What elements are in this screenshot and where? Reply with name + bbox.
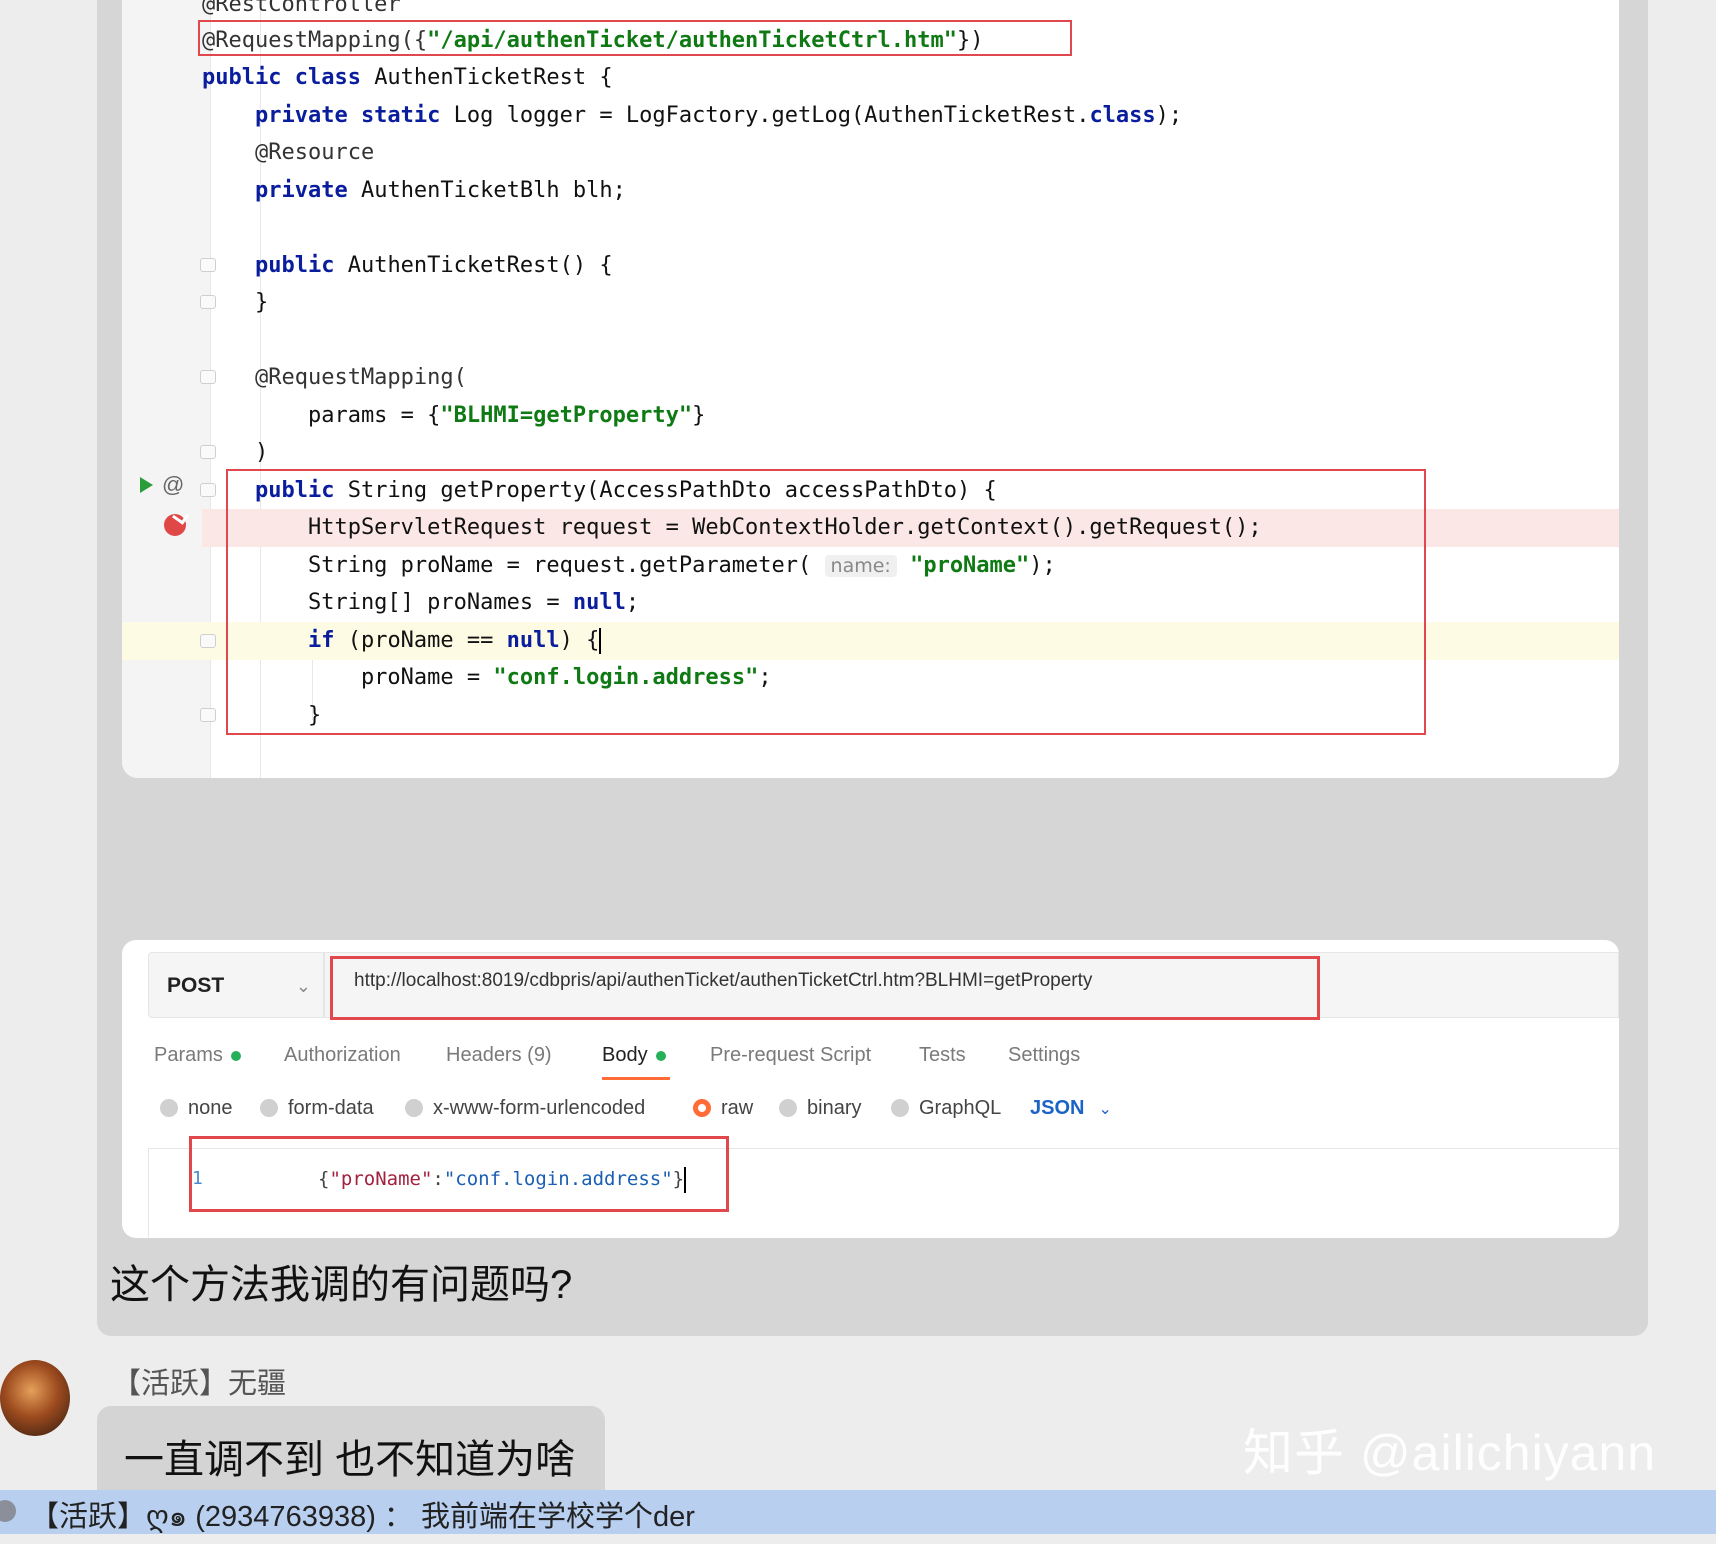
code-line[interactable]: params = {"BLHMI=getProperty"} xyxy=(122,397,1619,435)
tab-settings[interactable]: Settings xyxy=(1008,1035,1080,1075)
tab-tests[interactable]: Tests xyxy=(919,1035,966,1075)
tab-label: Settings xyxy=(1008,1044,1081,1066)
format-label: JSON xyxy=(1030,1097,1085,1119)
avatar[interactable] xyxy=(0,1360,70,1436)
body-type-none[interactable]: none xyxy=(160,1092,233,1124)
tab-label: Params xyxy=(154,1044,223,1066)
code-token: } xyxy=(692,403,706,428)
radio-label: none xyxy=(188,1097,233,1119)
code-token: Log logger = LogFactory.getLog(AuthenTic… xyxy=(453,103,1090,128)
tab-pre-request-script[interactable]: Pre-request Script xyxy=(710,1035,871,1075)
code-line[interactable]: public class AuthenTicketRest { xyxy=(122,59,1619,97)
radio-label: GraphQL xyxy=(919,1097,1002,1119)
annotation-box-url xyxy=(330,956,1320,1020)
code-line-text: public class AuthenTicketRest { xyxy=(202,59,613,97)
fold-marker[interactable] xyxy=(200,258,216,272)
tab-label: Tests xyxy=(919,1044,966,1066)
code-token: private static xyxy=(202,103,454,128)
fold-marker[interactable] xyxy=(200,634,216,648)
code-token: @RequestMapping( xyxy=(202,365,467,390)
tab-label: Body xyxy=(602,1044,648,1066)
active-dot-icon xyxy=(230,1050,241,1061)
annotation-box-class-mapping xyxy=(198,20,1072,56)
tab-label: Pre-request Script xyxy=(710,1044,872,1066)
method-label: POST xyxy=(167,974,225,997)
code-line[interactable]: public AuthenTicketRest() { xyxy=(122,247,1619,285)
code-token: AuthenTicketRest() { xyxy=(347,253,613,278)
radio-icon xyxy=(160,1099,178,1117)
tab-body[interactable]: Body xyxy=(602,1035,666,1075)
body-type-urlencoded[interactable]: x-www-form-urlencoded xyxy=(405,1092,645,1124)
fold-marker[interactable] xyxy=(200,445,216,459)
run-gutter-icon[interactable] xyxy=(140,477,153,493)
body-type-binary[interactable]: binary xyxy=(779,1092,861,1124)
notification-banner[interactable]: 【活跃】ღ๑ (2934763938) ： 我前端在学校学个der xyxy=(0,1490,1716,1534)
code-line[interactable] xyxy=(122,210,1619,248)
code-line-text: @RequestMapping( xyxy=(202,359,467,397)
active-tab-indicator xyxy=(602,1077,670,1080)
tab-params[interactable]: Params xyxy=(154,1035,241,1075)
code-token: public class xyxy=(202,65,375,90)
tab-authorization[interactable]: Authorization xyxy=(284,1035,401,1075)
code-line[interactable] xyxy=(122,322,1619,360)
radio-label: binary xyxy=(807,1097,862,1119)
radio-icon xyxy=(260,1099,278,1117)
radio-icon xyxy=(779,1099,797,1117)
code-line-text: private static Log logger = LogFactory.g… xyxy=(202,97,1182,135)
radio-label: x-www-form-urlencoded xyxy=(433,1097,646,1119)
radio-label: form-data xyxy=(288,1097,374,1119)
code-token: AuthenTicketBlh blh; xyxy=(360,178,626,203)
watermark: 知乎 @ailichiyann xyxy=(1243,1425,1657,1481)
message-text: 一直调不到 也不知道为啥 xyxy=(124,1438,576,1482)
active-dot-icon xyxy=(655,1050,666,1061)
radio-selected-icon xyxy=(693,1099,711,1117)
code-token: public xyxy=(202,253,348,278)
annotation-box-method xyxy=(226,469,1426,735)
mapping-gutter-icon[interactable]: @ xyxy=(162,470,184,500)
body-type-form-data[interactable]: form-data xyxy=(260,1092,374,1124)
code-line[interactable]: } xyxy=(122,284,1619,322)
radio-icon xyxy=(891,1099,909,1117)
code-editor: @RestController @RequestMapping({"/api/au… xyxy=(122,0,1619,778)
fold-marker[interactable] xyxy=(200,708,216,722)
code-token: "BLHMI=getProperty" xyxy=(440,403,693,428)
body-format-select[interactable]: JSON ⌄ xyxy=(1030,1092,1112,1126)
body-type-graphql[interactable]: GraphQL xyxy=(891,1092,1001,1124)
tab-label: Authorization xyxy=(284,1044,401,1066)
body-type-raw[interactable]: raw xyxy=(693,1092,753,1124)
tab-headers[interactable]: Headers (9) xyxy=(446,1035,552,1075)
fold-marker[interactable] xyxy=(200,295,216,309)
radio-icon xyxy=(405,1099,423,1117)
code-line[interactable]: @RequestMapping( xyxy=(122,359,1619,397)
code-token: @Resource xyxy=(202,140,375,165)
postman-request-panel: POST ⌄ http://localhost:8019/cdbpris/api… xyxy=(122,940,1619,1238)
code-token: ); xyxy=(1155,103,1183,128)
code-token: params = { xyxy=(202,403,441,428)
fold-marker[interactable] xyxy=(200,370,216,384)
tab-label: Headers (9) xyxy=(446,1044,552,1066)
chat-question-text: 这个方法我调的有问题吗? xyxy=(110,1263,573,1307)
chevron-down-icon: ⌄ xyxy=(295,976,311,996)
code-line-text: public AuthenTicketRest() { xyxy=(202,247,613,285)
annotation-box-body xyxy=(189,1136,729,1212)
code-line[interactable]: private static Log logger = LogFactory.g… xyxy=(122,97,1619,135)
radio-label: raw xyxy=(721,1097,754,1119)
chevron-down-icon: ⌄ xyxy=(1098,1101,1112,1118)
sender-name: 【活跃】无疆 xyxy=(112,1368,287,1400)
method-select[interactable]: POST ⌄ xyxy=(148,952,324,1018)
code-line[interactable]: private AuthenTicketBlh blh; xyxy=(122,172,1619,210)
fold-marker[interactable] xyxy=(200,483,216,497)
code-token: @RestController xyxy=(202,0,401,17)
code-line-text: params = {"BLHMI=getProperty"} xyxy=(202,397,705,435)
code-token: private xyxy=(202,178,361,203)
code-line[interactable]: @Resource xyxy=(122,134,1619,172)
breakpoint-icon[interactable] xyxy=(164,514,186,536)
code-token: class xyxy=(1089,103,1156,128)
code-line[interactable]: ) xyxy=(122,434,1619,472)
code-token: AuthenTicketRest { xyxy=(374,65,613,90)
code-line-text: private AuthenTicketBlh blh; xyxy=(202,172,626,210)
code-line-text: @Resource xyxy=(202,134,374,172)
